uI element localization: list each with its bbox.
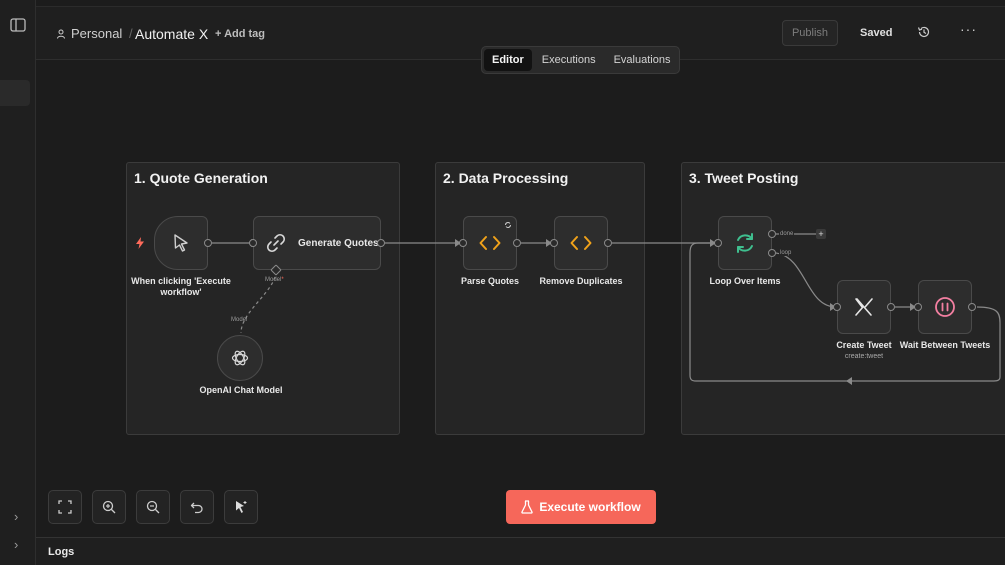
breadcrumb-project[interactable]: Personal [56,26,122,41]
openai-logo-icon [231,350,249,366]
workflow-canvas[interactable]: 1. Quote Generation 2. Data Processing 3… [36,61,1005,537]
flask-icon [521,500,534,514]
node-label: Wait Between Tweets [899,340,991,350]
zoom-to-fit-button[interactable] [48,490,82,524]
left-sidebar: › › [0,0,36,565]
history-icon[interactable] [917,25,931,39]
breadcrumb-separator: / [129,26,133,41]
chevron-right-icon[interactable]: › [14,510,24,523]
more-options-button[interactable]: ··· [960,21,977,37]
zoom-in-icon [102,500,116,514]
sidebar-active-item[interactable] [0,80,30,106]
add-node-button[interactable]: + [816,229,826,239]
input-port[interactable] [550,239,558,247]
node-remove-duplicates[interactable] [554,216,608,270]
output-port-done[interactable] [768,230,776,238]
lightning-icon [136,237,144,249]
output-port[interactable] [377,239,385,247]
fullscreen-icon [58,500,72,514]
tab-evaluations[interactable]: Evaluations [606,49,679,71]
reset-zoom-button[interactable] [180,490,214,524]
tidy-up-button[interactable] [224,490,258,524]
model-port-label: Model* [265,277,284,283]
execute-label: Execute workflow [539,500,641,514]
link-chain-icon [266,233,286,253]
app: › › Personal / Automate X + Add tag Publ… [0,0,1005,565]
node-label: Generate Quotes [298,237,379,249]
x-logo-icon [855,298,873,316]
chevron-right-icon[interactable]: › [14,538,24,551]
workflow-name[interactable]: Automate X [135,26,208,42]
loop-label: loop [779,250,793,256]
node-label: OpenAI Chat Model [199,385,283,395]
loop-refresh-icon [737,233,753,253]
zoom-out-icon [146,500,160,514]
node-manual-trigger[interactable] [154,216,208,270]
node-label: Loop Over Items [709,276,781,286]
output-port[interactable] [968,303,976,311]
publish-button[interactable]: Publish [782,20,838,46]
output-port[interactable] [604,239,612,247]
input-port[interactable] [714,239,722,247]
logs-label: Logs [48,546,75,558]
execute-workflow-button[interactable]: Execute workflow [506,490,656,524]
node-openai-chat-model[interactable] [217,335,263,381]
node-create-tweet[interactable] [837,280,891,334]
input-port[interactable] [459,239,467,247]
sidebar-toggle-icon[interactable] [10,18,26,32]
output-port[interactable] [204,239,212,247]
node-parse-quotes[interactable] [463,216,517,270]
node-wait-between-tweets[interactable] [918,280,972,334]
code-icon [570,236,592,250]
done-label: done [779,231,795,237]
model-port-label: Model [231,317,248,323]
magic-wand-icon [236,501,247,513]
node-loop-over-items[interactable] [718,216,772,270]
add-tag-button[interactable]: + Add tag [215,28,265,40]
code-icon [479,236,501,250]
refresh-small-icon [505,222,511,228]
cursor-pointer-icon [174,234,188,252]
input-port[interactable] [249,239,257,247]
node-label: Remove Duplicates [539,276,623,286]
undo-icon [190,502,203,514]
view-tabs: Editor Executions Evaluations [481,46,680,74]
zoom-out-button[interactable] [136,490,170,524]
output-port[interactable] [887,303,895,311]
pause-icon [935,297,955,317]
output-port[interactable] [513,239,521,247]
node-label: Parse Quotes [460,276,520,286]
zoom-in-button[interactable] [92,490,126,524]
tab-executions[interactable]: Executions [534,49,604,71]
input-port[interactable] [833,303,841,311]
project-label: Personal [71,26,123,41]
node-generate-quotes[interactable]: Generate Quotes [253,216,381,270]
output-port-loop[interactable] [768,249,776,257]
saved-status: Saved [860,27,893,39]
user-icon [57,29,65,39]
node-sublabel: create:tweet [844,353,884,360]
input-port[interactable] [914,303,922,311]
logs-panel[interactable]: Logs [36,537,1005,565]
node-label: When clicking 'Execute workflow' [131,276,231,297]
tab-editor[interactable]: Editor [484,49,532,71]
